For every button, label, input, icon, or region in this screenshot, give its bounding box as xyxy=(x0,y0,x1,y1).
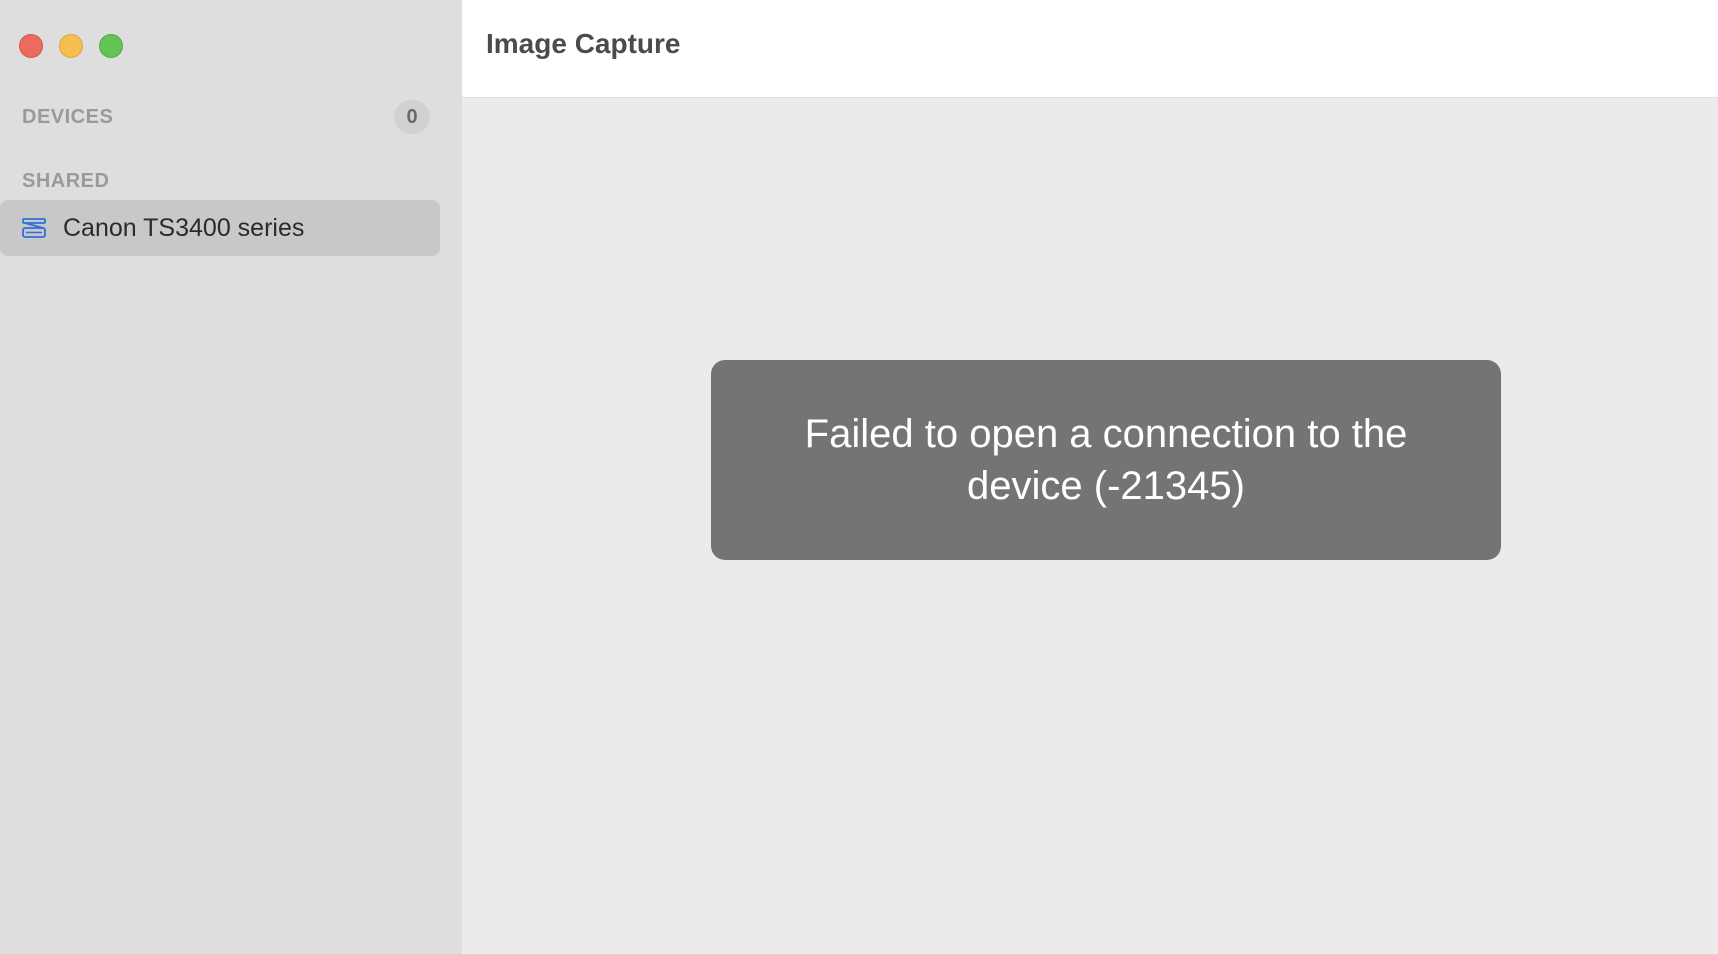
error-message-text: Failed to open a connection to the devic… xyxy=(804,412,1408,508)
devices-count-badge: 0 xyxy=(394,100,430,134)
minimize-button[interactable] xyxy=(59,34,83,58)
zoom-button[interactable] xyxy=(99,34,123,58)
scanner-icon xyxy=(21,217,47,239)
main-content: Image Capture Failed to open a connectio… xyxy=(462,0,1718,954)
sidebar-item-canon-ts3400[interactable]: Canon TS3400 series xyxy=(0,200,440,256)
sidebar-item-label: Canon TS3400 series xyxy=(63,213,305,242)
devices-section-header: DEVICES xyxy=(22,106,114,128)
error-message-box: Failed to open a connection to the devic… xyxy=(711,360,1501,560)
window-title: Image Capture xyxy=(486,27,681,59)
close-button[interactable] xyxy=(19,34,43,58)
title-bar: Image Capture xyxy=(462,0,1718,98)
shared-section-header: SHARED xyxy=(22,170,110,192)
image-capture-window: DEVICES 0 SHARED Canon TS3400 series Ima… xyxy=(0,0,1718,954)
window-controls xyxy=(19,34,123,58)
sidebar: DEVICES 0 SHARED Canon TS3400 series xyxy=(0,0,462,954)
